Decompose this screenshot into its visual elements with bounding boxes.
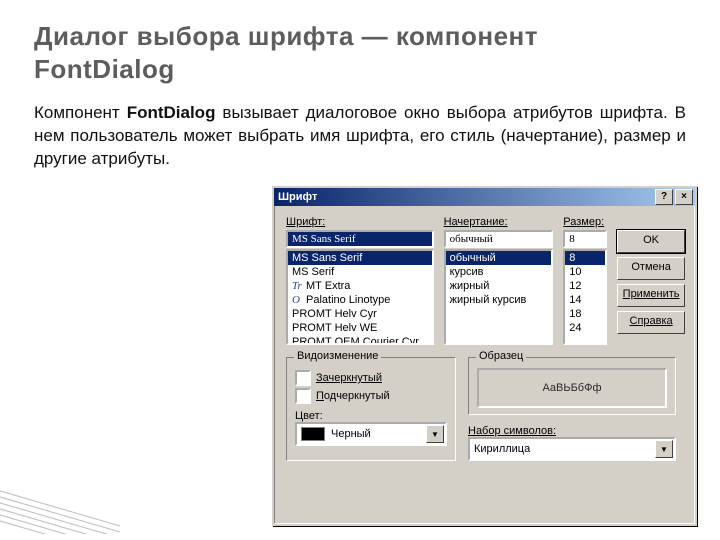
style-listbox[interactable]: обычный курсив жирный жирный курсив [444,249,554,345]
font-listbox[interactable]: MS Sans Serif MS Serif TrMT Extra OPalat… [286,249,434,345]
list-item[interactable]: PROMT OEM Courier Cyr [288,335,432,345]
sample-caption: Образец [476,350,526,362]
list-item[interactable]: PROMT Helv Cyr [288,307,432,321]
list-item[interactable]: 14 [565,293,605,307]
color-label: Цвет: [295,410,323,422]
size-listbox[interactable]: 8 10 12 14 18 24 [563,249,607,345]
list-item[interactable]: MS Sans Serif [288,251,432,265]
effects-caption: Видоизменение [294,350,381,362]
style-label: Начертание: [444,216,554,228]
checkbox-icon [295,370,311,386]
color-combo[interactable]: Черный ▼ [295,422,447,446]
list-item[interactable]: 18 [565,307,605,321]
sample-preview: АаВЬБбФф [477,368,667,408]
effects-group: Видоизменение Зачеркнутый Подчеркнутый Ц… [286,357,456,461]
window-title: Шрифт [278,191,653,203]
size-label: Размер: [563,216,607,228]
color-swatch [301,427,325,441]
list-item[interactable]: PROMT Helv WE [288,321,432,335]
underline-checkbox[interactable]: Подчеркнутый [295,388,447,404]
font-input[interactable] [286,230,434,248]
list-item[interactable]: MS Serif [288,265,432,279]
list-item[interactable]: OPalatino Linotype [288,293,432,307]
list-item[interactable]: 24 [565,321,605,335]
slide-title-a: Диалог выбора шрифта — компонент [34,21,538,51]
list-item[interactable]: обычный [446,251,552,265]
ok-button[interactable]: OK [617,230,685,253]
font-dialog-window: Шрифт ? × Шрифт: MS Sans Serif MS Serif … [272,186,697,526]
checkbox-icon [295,388,311,404]
decor-lines [0,482,120,534]
help-ref-button[interactable]: Справка [617,311,685,334]
slide-title-b: FontDialog [34,54,175,84]
size-input[interactable] [563,230,607,248]
apply-button[interactable]: Применить [617,284,685,307]
slide-body: Компонент FontDialog вызывает диалоговое… [34,102,686,171]
titlebar[interactable]: Шрифт ? × [274,188,695,206]
sample-group: Образец АаВЬБбФф [468,357,676,415]
chevron-down-icon: ▼ [426,425,444,443]
list-item[interactable]: 12 [565,279,605,293]
slide-title: Диалог выбора шрифта — компонент FontDia… [34,20,686,85]
list-item[interactable]: 8 [565,251,605,265]
strike-checkbox[interactable]: Зачеркнутый [295,370,447,386]
help-button[interactable]: ? [655,189,673,205]
charset-combo[interactable]: Кириллица ▼ [468,437,676,461]
cancel-button[interactable]: Отмена [617,257,685,280]
list-item[interactable]: TrMT Extra [288,279,432,293]
charset-label: Набор символов: [468,425,556,437]
close-button[interactable]: × [675,189,693,205]
list-item[interactable]: жирный курсив [446,293,552,307]
style-input[interactable] [444,230,554,248]
list-item[interactable]: жирный [446,279,552,293]
chevron-down-icon: ▼ [655,440,673,458]
list-item[interactable]: 10 [565,265,605,279]
list-item[interactable]: курсив [446,265,552,279]
font-label: Шрифт: [286,216,434,228]
